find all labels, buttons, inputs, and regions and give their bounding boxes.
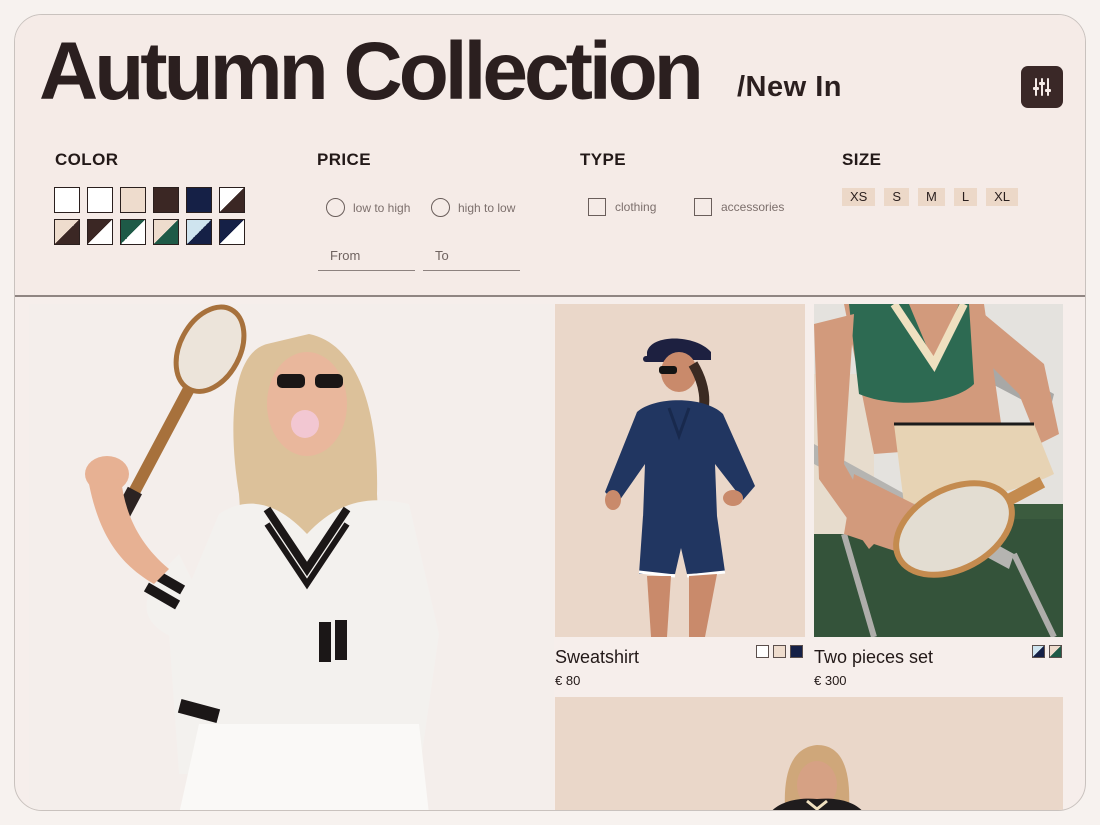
size-m[interactable]: M: [918, 188, 945, 206]
swatch-beige-brown[interactable]: [54, 219, 80, 245]
sort-high-to-low[interactable]: high to low: [431, 198, 515, 217]
header-divider: [15, 295, 1085, 297]
size-filter-title: SIZE: [842, 150, 882, 169]
checkbox-label: accessories: [721, 200, 785, 214]
size-xs[interactable]: XS: [842, 188, 876, 206]
color-option-beige-green[interactable]: [1049, 645, 1062, 658]
product-name-two-pieces-set[interactable]: Two pieces set: [814, 647, 933, 668]
product-image-two-pieces-set[interactable]: [814, 304, 1063, 637]
price-filter-title: PRICE: [317, 150, 371, 169]
radio-circle[interactable]: [326, 198, 345, 217]
swatch-navy-white[interactable]: [219, 219, 245, 245]
price-from-input[interactable]: [318, 241, 415, 271]
product-price-two-pieces-set: € 300: [814, 673, 847, 688]
color-option-beige[interactable]: [773, 645, 786, 658]
checkbox-label: clothing: [615, 200, 657, 214]
page-subtitle: /New In: [737, 71, 843, 103]
size-options: XS S M L XL: [842, 188, 1018, 206]
color-option-white[interactable]: [756, 645, 769, 658]
page-title: Autumn Collection: [39, 26, 704, 117]
product-name-sweatshirt[interactable]: Sweatshirt: [555, 647, 639, 668]
product-colors-sweatshirt: [756, 645, 803, 658]
checkbox[interactable]: [588, 198, 606, 216]
size-xl[interactable]: XL: [986, 188, 1018, 206]
color-option-navy[interactable]: [790, 645, 803, 658]
radio-circle[interactable]: [431, 198, 450, 217]
sliders-icon: [1033, 78, 1051, 96]
swatch-navy[interactable]: [186, 187, 212, 213]
swatch-beige[interactable]: [120, 187, 146, 213]
filter-settings-button[interactable]: [1021, 66, 1063, 108]
product-image-sweatshirt[interactable]: [555, 304, 805, 637]
swatch-white[interactable]: [54, 187, 80, 213]
type-clothing[interactable]: clothing: [588, 198, 656, 216]
radio-label: low to high: [353, 200, 411, 215]
radio-label: high to low: [458, 200, 516, 215]
swatch-white-brown[interactable]: [219, 187, 245, 213]
swatch-brown-white[interactable]: [87, 219, 113, 245]
product-colors-two-pieces-set: [1032, 645, 1062, 658]
swatch-green-white[interactable]: [120, 219, 146, 245]
app-window: Autumn Collection /New In COLOR PRICE lo…: [14, 14, 1086, 811]
product-price-sweatshirt: € 80: [555, 673, 581, 688]
sort-low-to-high[interactable]: low to high: [326, 198, 410, 217]
product-image-third[interactable]: [555, 697, 1063, 810]
swatch-beige-green[interactable]: [153, 219, 179, 245]
size-l[interactable]: L: [953, 188, 978, 206]
price-to-input[interactable]: [423, 241, 520, 271]
swatch-dark-brown[interactable]: [153, 187, 179, 213]
type-accessories[interactable]: accessories: [694, 198, 784, 216]
swatch-white-2[interactable]: [87, 187, 113, 213]
hero-product-image[interactable]: [29, 304, 554, 810]
checkbox[interactable]: [694, 198, 712, 216]
color-option-lightblue-navy[interactable]: [1032, 645, 1045, 658]
color-swatches: [54, 187, 245, 245]
swatch-lightblue-navy[interactable]: [186, 219, 212, 245]
size-s[interactable]: S: [884, 188, 910, 206]
color-filter-title: COLOR: [55, 150, 119, 169]
type-filter-title: TYPE: [580, 150, 627, 169]
